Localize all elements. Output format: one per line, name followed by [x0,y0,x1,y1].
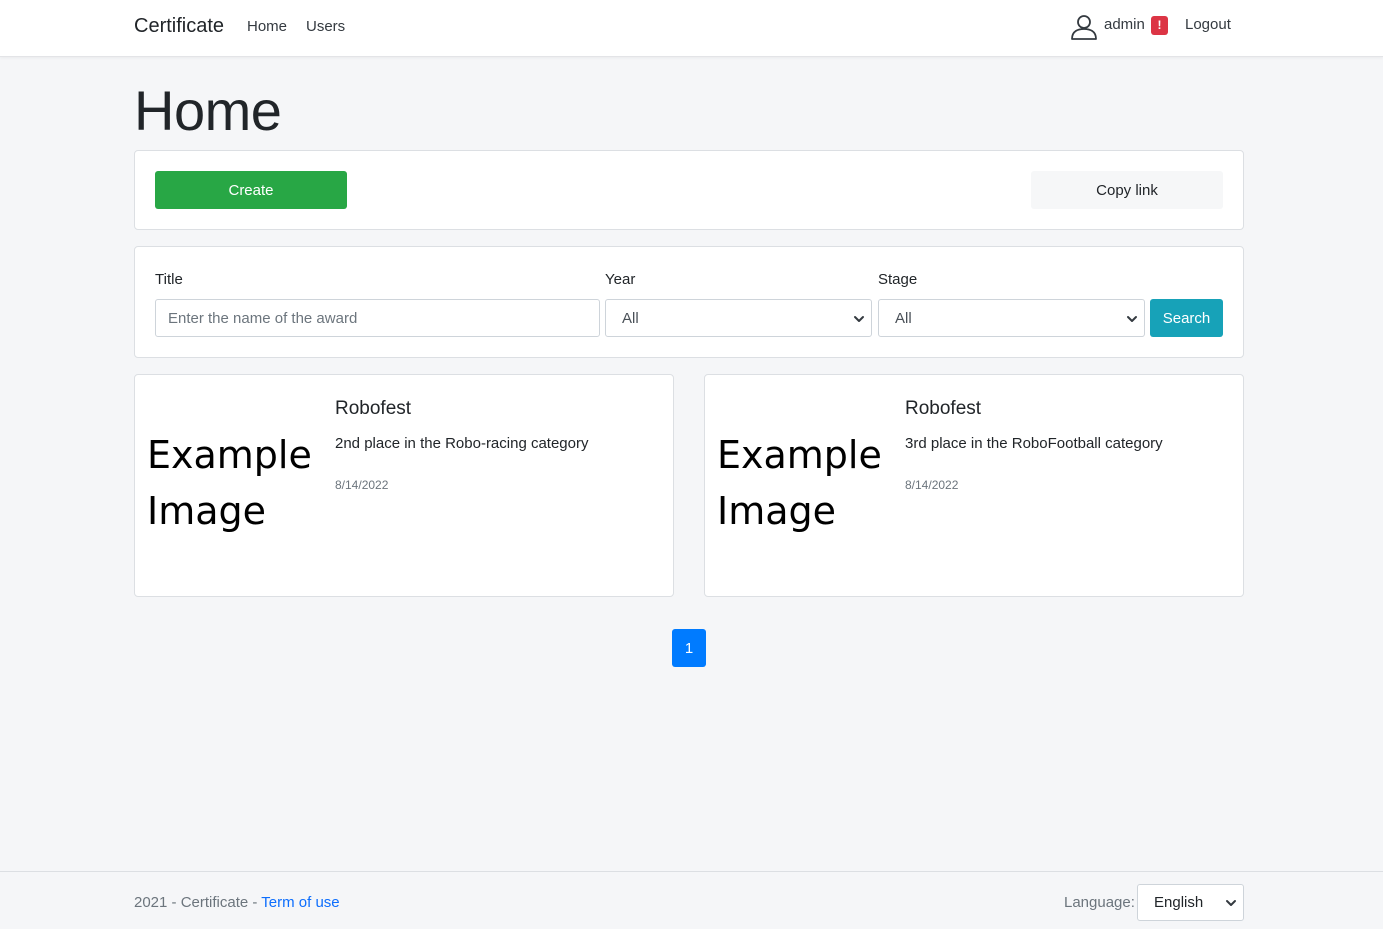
title-label: Title [155,271,183,288]
title-placeholder: Enter the name of the award [168,309,358,327]
certificate-card[interactable]: Example Image Robofest 2nd place in the … [134,374,674,597]
term-of-use-link[interactable]: Term of use [261,894,339,911]
pagination-page-1[interactable]: 1 [672,629,706,667]
search-button[interactable]: Search [1150,299,1223,337]
card-image-text: Image [717,489,837,533]
page-title: Home [134,79,282,142]
alert-badge: ! [1151,16,1168,35]
footer-text: 2021 - Certificate - [134,894,262,911]
nav-users-link[interactable]: Users [306,18,345,35]
language-label: Language: [1064,894,1135,911]
card-description: 2nd place in the Robo-racing category [335,435,589,452]
card-image-text: Image [147,489,267,533]
language-select-value: English [1154,894,1204,911]
stage-select-value: All [895,309,912,327]
card-description: 3rd place in the RoboFootball category [905,435,1163,452]
card-title: Robofest [335,398,412,419]
user-icon [1071,15,1097,40]
card-example-image: Example Image [147,427,312,539]
copy-link-button[interactable]: Copy link [1031,171,1223,209]
filters-panel: Title Year Stage Enter the name of the a… [134,246,1244,358]
card-example-image: Example Image [717,427,882,539]
actions-panel: Create Copy link [134,150,1244,230]
username-link[interactable]: admin [1104,16,1145,33]
stage-label: Stage [878,271,918,288]
chevron-down-icon [1226,900,1236,906]
navbar: Certificate Home Users admin ! Logout [0,0,1383,57]
certificate-card[interactable]: Example Image Robofest 3rd place in the … [704,374,1244,597]
nav-home-link[interactable]: Home [247,18,287,35]
language-select[interactable]: English [1137,884,1244,921]
footer: 2021 - Certificate - Term of use Languag… [0,871,1383,929]
year-select[interactable]: All [605,299,872,337]
chevron-down-icon [1127,316,1137,322]
card-image-text: Example [147,433,312,477]
brand-link[interactable]: Certificate [134,15,224,38]
card-date: 8/14/2022 [905,478,959,492]
logout-link[interactable]: Logout [1185,16,1231,33]
year-label: Year [605,271,636,288]
card-image-text: Example [717,433,882,477]
chevron-down-icon [854,316,864,322]
stage-select[interactable]: All [878,299,1145,337]
card-date: 8/14/2022 [335,478,389,492]
card-title: Robofest [905,398,982,419]
year-select-value: All [622,309,639,327]
create-button[interactable]: Create [155,171,347,209]
footer-copyright: 2021 - Certificate - Term of use [134,894,340,911]
title-search-input[interactable]: Enter the name of the award [155,299,600,337]
